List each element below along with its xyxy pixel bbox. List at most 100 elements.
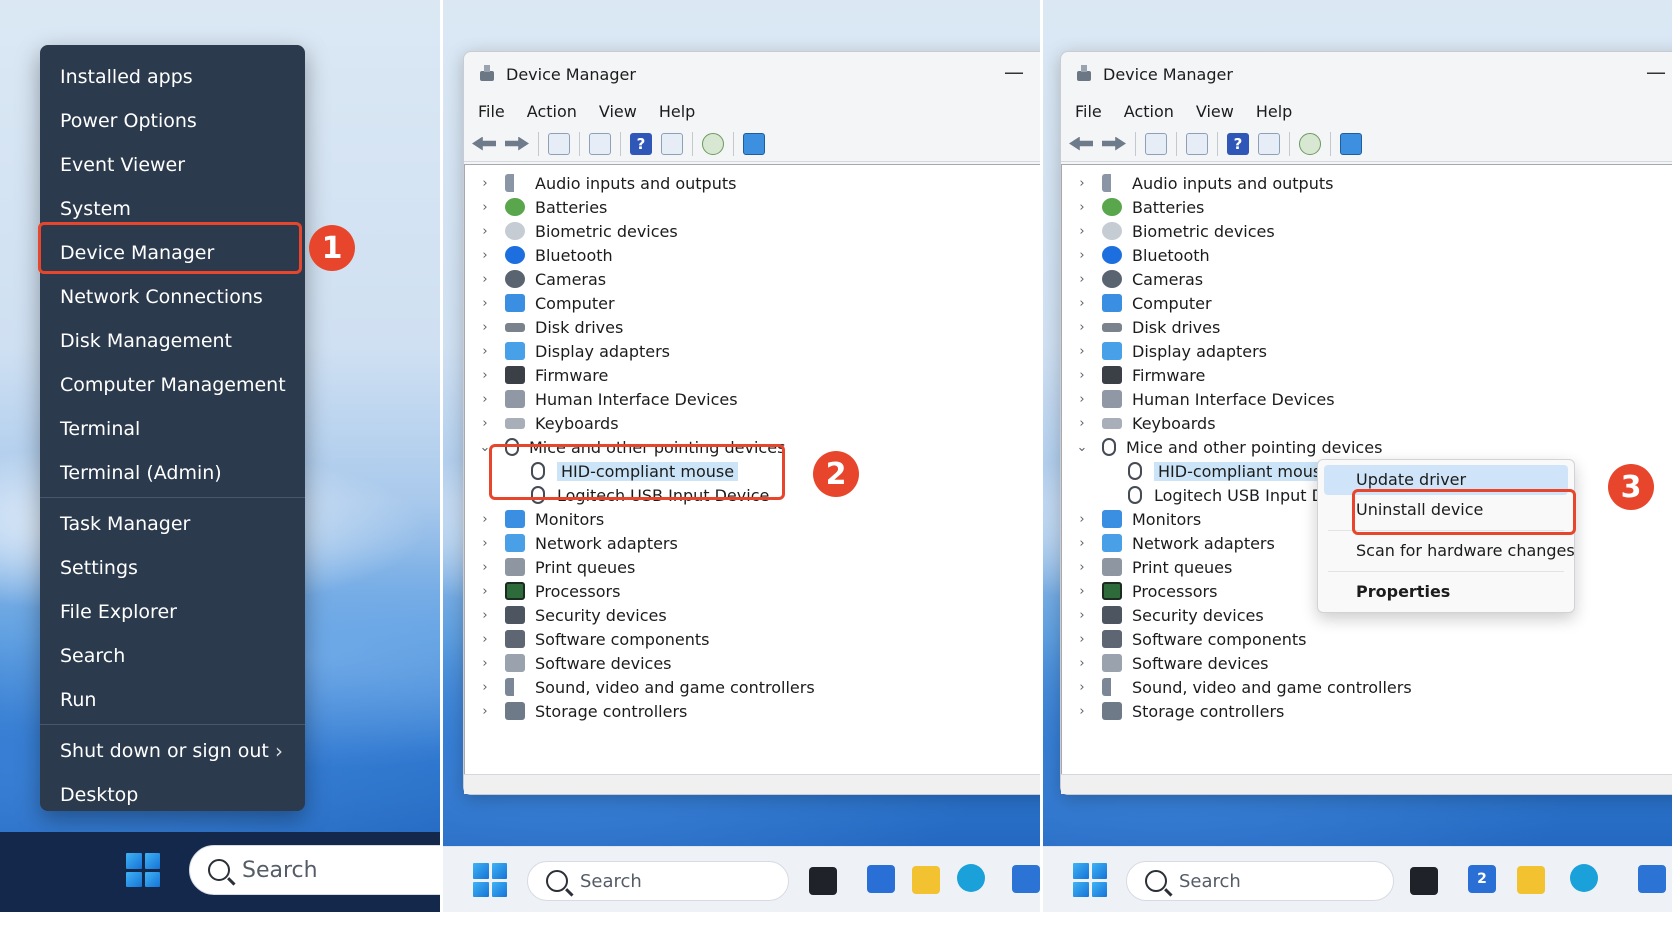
chevron-right-icon[interactable]: › bbox=[465, 248, 505, 263]
tree-software-devices[interactable]: › Software devices bbox=[465, 651, 1040, 675]
tree-print[interactable]: › Print queues bbox=[465, 555, 1040, 579]
tree-audio[interactable]: › Audio inputs and outputs bbox=[465, 171, 1040, 195]
chevron-right-icon[interactable]: › bbox=[465, 392, 505, 407]
chevron-right-icon[interactable]: › bbox=[465, 536, 505, 551]
chevron-right-icon[interactable]: › bbox=[465, 272, 505, 287]
scan-hardware-icon[interactable] bbox=[702, 132, 724, 155]
taskbar-search-box[interactable]: Search bbox=[527, 861, 789, 901]
chevron-right-icon[interactable]: › bbox=[1062, 584, 1102, 599]
help-icon[interactable]: ? bbox=[1227, 132, 1249, 155]
tree-monitors[interactable]: › Monitors bbox=[465, 507, 1040, 531]
chevron-right-icon[interactable]: › bbox=[465, 368, 505, 383]
chevron-right-icon[interactable]: › bbox=[1062, 704, 1102, 719]
menu-computer-management[interactable]: Computer Management bbox=[40, 363, 305, 407]
menu-file-explorer[interactable]: File Explorer bbox=[40, 590, 305, 634]
tree-computer[interactable]: › Computer bbox=[465, 291, 1040, 315]
monitor-icon[interactable] bbox=[743, 132, 765, 155]
document-icon[interactable] bbox=[589, 132, 611, 155]
chevron-right-icon[interactable]: › bbox=[1062, 224, 1102, 239]
chevron-right-icon[interactable]: › bbox=[1062, 632, 1102, 647]
menu-disk-management[interactable]: Disk Management bbox=[40, 319, 305, 363]
tree-processors[interactable]: › Processors bbox=[465, 579, 1040, 603]
help-icon[interactable]: ? bbox=[630, 132, 652, 155]
chevron-down-icon[interactable]: ⌄ bbox=[1062, 440, 1102, 455]
chevron-right-icon[interactable]: › bbox=[1062, 560, 1102, 575]
menu-file[interactable]: File bbox=[478, 102, 505, 121]
chevron-right-icon[interactable]: › bbox=[465, 296, 505, 311]
tree-firmware[interactable]: › Firmware bbox=[1062, 363, 1672, 387]
tree-software-components[interactable]: › Software components bbox=[1062, 627, 1672, 651]
tree-batteries[interactable]: › Batteries bbox=[1062, 195, 1672, 219]
minimize-button[interactable]: — bbox=[1646, 60, 1666, 84]
tree-hid[interactable]: › Human Interface Devices bbox=[1062, 387, 1672, 411]
tree-storage[interactable]: › Storage controllers bbox=[465, 699, 1040, 723]
chevron-right-icon[interactable]: › bbox=[1062, 176, 1102, 191]
tree-keyboards[interactable]: › Keyboards bbox=[1062, 411, 1672, 435]
menu-task-manager[interactable]: Task Manager bbox=[40, 502, 305, 546]
task-view-icon[interactable] bbox=[1410, 867, 1438, 895]
menu-terminal-admin[interactable]: Terminal (Admin) bbox=[40, 451, 305, 495]
tree-sound[interactable]: › Sound, video and game controllers bbox=[465, 675, 1040, 699]
tree-biometric[interactable]: › Biometric devices bbox=[1062, 219, 1672, 243]
menu-run[interactable]: Run bbox=[40, 678, 305, 722]
task-view-icon[interactable] bbox=[809, 867, 837, 895]
chevron-right-icon[interactable]: › bbox=[1062, 320, 1102, 335]
tree-computer[interactable]: › Computer bbox=[1062, 291, 1672, 315]
forward-arrow-icon[interactable] bbox=[505, 137, 529, 151]
tree-biometric[interactable]: › Biometric devices bbox=[465, 219, 1040, 243]
chevron-right-icon[interactable]: › bbox=[465, 200, 505, 215]
tree-storage[interactable]: › Storage controllers bbox=[1062, 699, 1672, 723]
tree-network[interactable]: › Network adapters bbox=[465, 531, 1040, 555]
taskbar-search-box[interactable]: Search bbox=[189, 845, 440, 895]
chevron-right-icon[interactable]: › bbox=[465, 176, 505, 191]
start-button-windows-icon[interactable] bbox=[1073, 863, 1107, 897]
scan-hardware-icon[interactable] bbox=[1299, 132, 1321, 155]
tree-display-adapters[interactable]: › Display adapters bbox=[1062, 339, 1672, 363]
chevron-right-icon[interactable]: › bbox=[1062, 680, 1102, 695]
menu-settings[interactable]: Settings bbox=[40, 546, 305, 590]
chevron-right-icon[interactable]: › bbox=[465, 632, 505, 647]
teams-chat-icon[interactable]: 2 bbox=[1468, 865, 1496, 893]
file-explorer-icon[interactable] bbox=[1517, 866, 1545, 894]
document-icon[interactable] bbox=[1186, 132, 1208, 155]
chevron-right-icon[interactable]: › bbox=[465, 704, 505, 719]
menu-action[interactable]: Action bbox=[1124, 102, 1174, 121]
menu-help[interactable]: Help bbox=[659, 102, 695, 121]
ctx-scan-hardware[interactable]: Scan for hardware changes bbox=[1324, 536, 1575, 566]
menu-terminal[interactable]: Terminal bbox=[40, 407, 305, 451]
view-sheet-icon[interactable] bbox=[1258, 132, 1280, 155]
tree-hid[interactable]: › Human Interface Devices bbox=[465, 387, 1040, 411]
chevron-right-icon[interactable]: › bbox=[465, 320, 505, 335]
chevron-right-icon[interactable]: › bbox=[465, 560, 505, 575]
chevron-right-icon[interactable]: › bbox=[1062, 536, 1102, 551]
menu-event-viewer[interactable]: Event Viewer bbox=[40, 143, 305, 187]
menu-help[interactable]: Help bbox=[1256, 102, 1292, 121]
menu-installed-apps[interactable]: Installed apps bbox=[40, 55, 305, 99]
tree-mice[interactable]: ⌄ Mice and other pointing devices bbox=[1062, 435, 1672, 459]
chevron-right-icon[interactable]: › bbox=[465, 224, 505, 239]
menu-desktop[interactable]: Desktop bbox=[40, 773, 305, 817]
menu-file[interactable]: File bbox=[1075, 102, 1102, 121]
tree-batteries[interactable]: › Batteries bbox=[465, 195, 1040, 219]
chevron-right-icon[interactable]: › bbox=[465, 608, 505, 623]
tree-keyboards[interactable]: › Keyboards bbox=[465, 411, 1040, 435]
tree-cameras[interactable]: › Cameras bbox=[1062, 267, 1672, 291]
store-icon[interactable] bbox=[1638, 865, 1666, 893]
tree-audio[interactable]: › Audio inputs and outputs bbox=[1062, 171, 1672, 195]
menu-view[interactable]: View bbox=[1196, 102, 1234, 121]
chevron-right-icon[interactable]: › bbox=[465, 344, 505, 359]
tree-bluetooth[interactable]: › Bluetooth bbox=[465, 243, 1040, 267]
menu-power-options[interactable]: Power Options bbox=[40, 99, 305, 143]
edge-browser-icon[interactable] bbox=[1570, 864, 1598, 892]
properties-sheet-icon[interactable] bbox=[548, 132, 570, 155]
tree-software-devices[interactable]: › Software devices bbox=[1062, 651, 1672, 675]
chevron-right-icon[interactable]: › bbox=[465, 680, 505, 695]
chevron-right-icon[interactable]: › bbox=[1062, 272, 1102, 287]
tree-security[interactable]: › Security devices bbox=[465, 603, 1040, 627]
minimize-button[interactable]: — bbox=[1004, 60, 1024, 84]
properties-sheet-icon[interactable] bbox=[1145, 132, 1167, 155]
chevron-right-icon[interactable]: › bbox=[1062, 512, 1102, 527]
menu-action[interactable]: Action bbox=[527, 102, 577, 121]
taskbar-search-box[interactable]: Search bbox=[1126, 861, 1394, 901]
back-arrow-icon[interactable] bbox=[1069, 136, 1093, 151]
